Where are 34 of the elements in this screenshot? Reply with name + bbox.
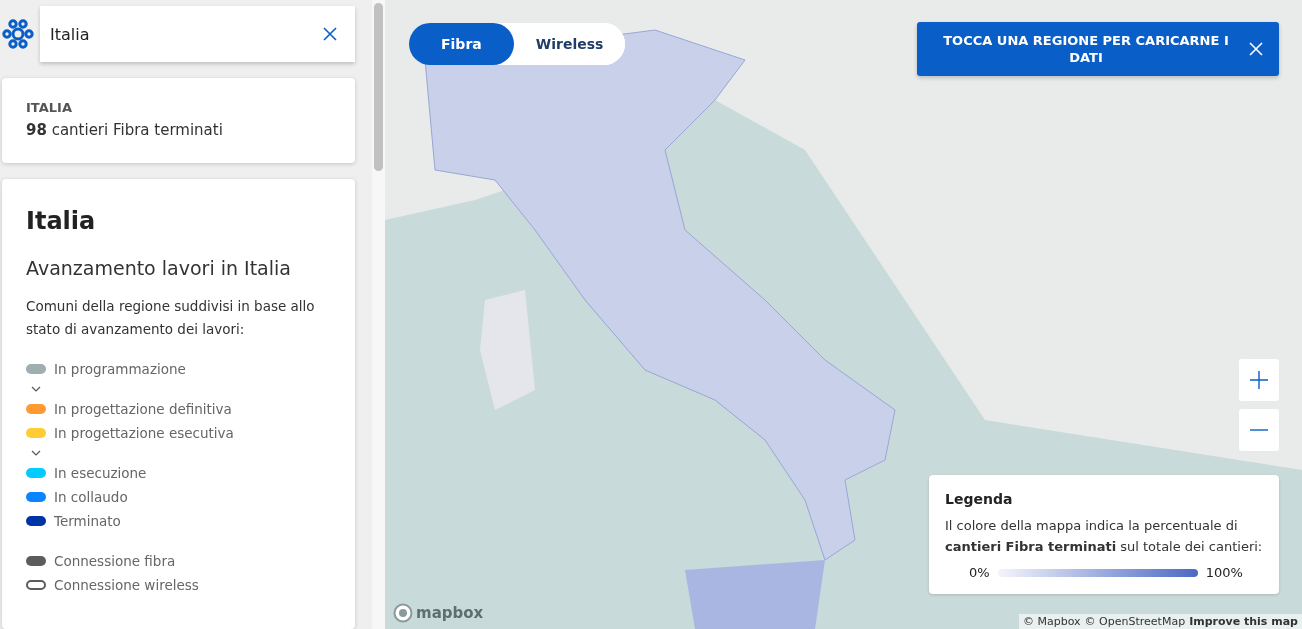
search-field[interactable]: Italia bbox=[40, 6, 355, 62]
legend-label: In programmazione bbox=[54, 361, 186, 377]
chevron-down-icon bbox=[31, 386, 41, 392]
improve-map-link[interactable]: Improve this map bbox=[1189, 615, 1298, 628]
logo-text: mapbox bbox=[416, 604, 484, 622]
attribution-link[interactable]: © OpenStreetMap bbox=[1084, 615, 1186, 628]
banner-text: TOCCA UNA REGIONE PER CARICARNE I DATI bbox=[942, 32, 1230, 66]
scale-max-label: 100% bbox=[1205, 565, 1243, 580]
legend-label: In collaudo bbox=[54, 489, 128, 505]
zoom-in-button[interactable] bbox=[1239, 359, 1279, 401]
minus-icon bbox=[1250, 429, 1268, 431]
legend-label: In esecuzione bbox=[54, 465, 147, 481]
legend-text: Il colore della mappa indica la percentuale di cantieri Fibra terminati sul totale dei cantieri: bbox=[945, 517, 1263, 556]
legend-label: In progettazione definitiva bbox=[54, 401, 232, 417]
section-subtitle: Avanzamento lavori in Italia bbox=[26, 257, 292, 279]
legend-label: Connessione fibra bbox=[54, 553, 176, 569]
legend-label: In progettazione esecutiva bbox=[54, 425, 234, 441]
mapbox-logo-icon bbox=[393, 603, 413, 623]
layer-tab[interactable]: Fibra bbox=[409, 23, 514, 65]
zoom-out-button[interactable] bbox=[1239, 409, 1279, 451]
region-title: Italia bbox=[26, 207, 97, 235]
logo-icon bbox=[2, 18, 34, 50]
legend-label: Terminato bbox=[54, 513, 121, 529]
chevron-down-icon bbox=[31, 450, 41, 456]
region-name: ITALIA bbox=[26, 100, 73, 115]
scrollbar-thumb[interactable] bbox=[374, 3, 383, 171]
close-icon[interactable] bbox=[323, 27, 337, 41]
plus-icon bbox=[1250, 371, 1268, 389]
legend-label: Connessione wireless bbox=[54, 577, 199, 593]
description-text: Comuni della regione suddivisi in base allo stato di avanzamento dei lavori: bbox=[26, 297, 316, 339]
legend-title: Legenda bbox=[945, 491, 1014, 507]
summary-text: 98 cantieri Fibra terminati bbox=[26, 121, 224, 139]
attribution-link[interactable]: © Mapbox bbox=[1023, 615, 1081, 628]
scale-min-label: 0% bbox=[969, 565, 990, 580]
